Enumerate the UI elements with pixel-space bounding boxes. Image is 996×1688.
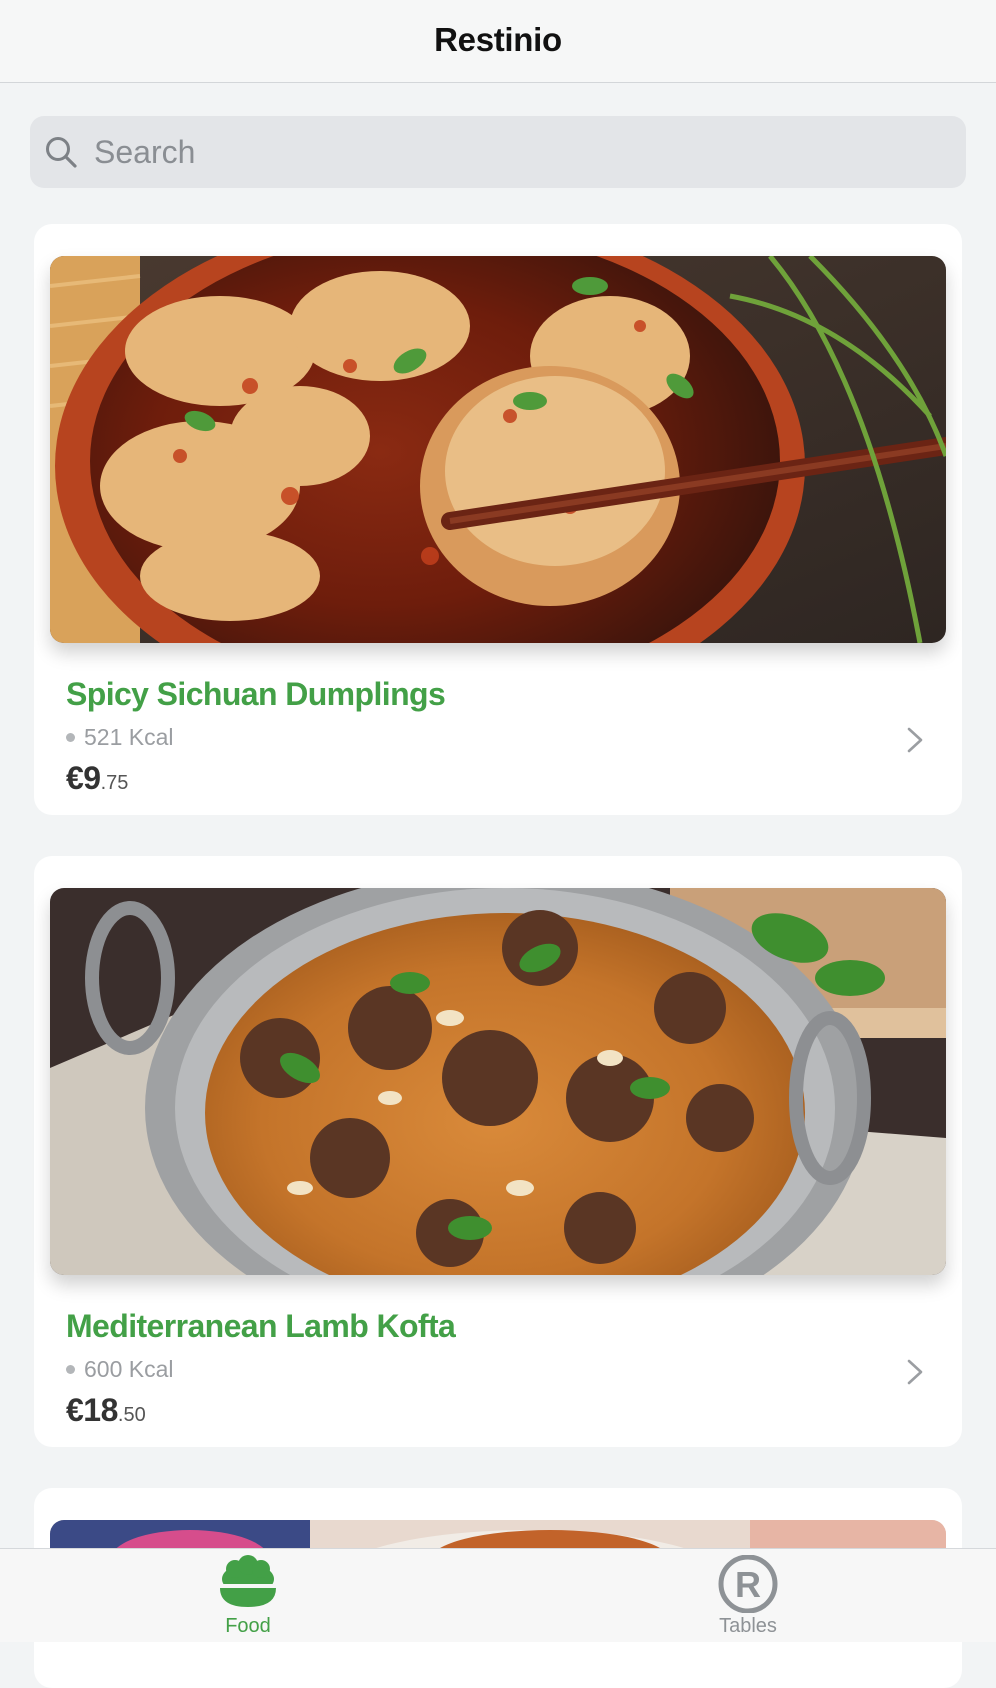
tab-bar: Food R Tables — [0, 1548, 996, 1642]
bullet-dot — [66, 733, 75, 742]
tab-tables-label: Tables — [719, 1615, 777, 1637]
calories: 521 Kcal — [66, 724, 174, 751]
dish-card[interactable]: Spicy Sichuan Dumplings 521 Kcal €9.75 — [34, 224, 962, 815]
food-bowl-icon — [219, 1555, 277, 1607]
price-cents: .50 — [117, 1404, 146, 1426]
search-icon — [46, 137, 77, 168]
calories-label: 600 Kcal — [84, 1356, 174, 1382]
dish-photo — [50, 256, 946, 643]
calories: 600 Kcal — [66, 1356, 174, 1383]
price-main: €9 — [66, 760, 101, 796]
navigation-bar: Restinio — [0, 0, 996, 83]
search-input[interactable] — [94, 133, 914, 171]
bullet-dot — [66, 1365, 75, 1374]
lamb-kofta-photo — [50, 888, 946, 1275]
calories-label: 521 Kcal — [84, 724, 174, 750]
chevron-right-icon[interactable] — [906, 726, 924, 754]
tab-food[interactable]: Food — [148, 1549, 348, 1643]
page-title: Restinio — [434, 21, 562, 58]
tab-tables[interactable]: R Tables — [648, 1549, 848, 1643]
registered-r-icon: R — [718, 1555, 778, 1613]
search-bar[interactable] — [30, 116, 966, 188]
price: €9.75 — [66, 760, 128, 797]
svg-text:R: R — [735, 1564, 761, 1605]
price: €18.50 — [66, 1392, 146, 1429]
dish-name: Spicy Sichuan Dumplings — [66, 676, 446, 712]
dish-name: Mediterranean Lamb Kofta — [66, 1308, 456, 1344]
tab-food-label: Food — [225, 1615, 271, 1637]
chevron-right-icon[interactable] — [906, 1358, 924, 1386]
price-cents: .75 — [100, 772, 129, 794]
dish-card[interactable]: Mediterranean Lamb Kofta 600 Kcal €18.50 — [34, 856, 962, 1447]
price-main: €18 — [66, 1392, 118, 1428]
dish-photo — [50, 888, 946, 1275]
dumplings-photo — [50, 256, 946, 643]
